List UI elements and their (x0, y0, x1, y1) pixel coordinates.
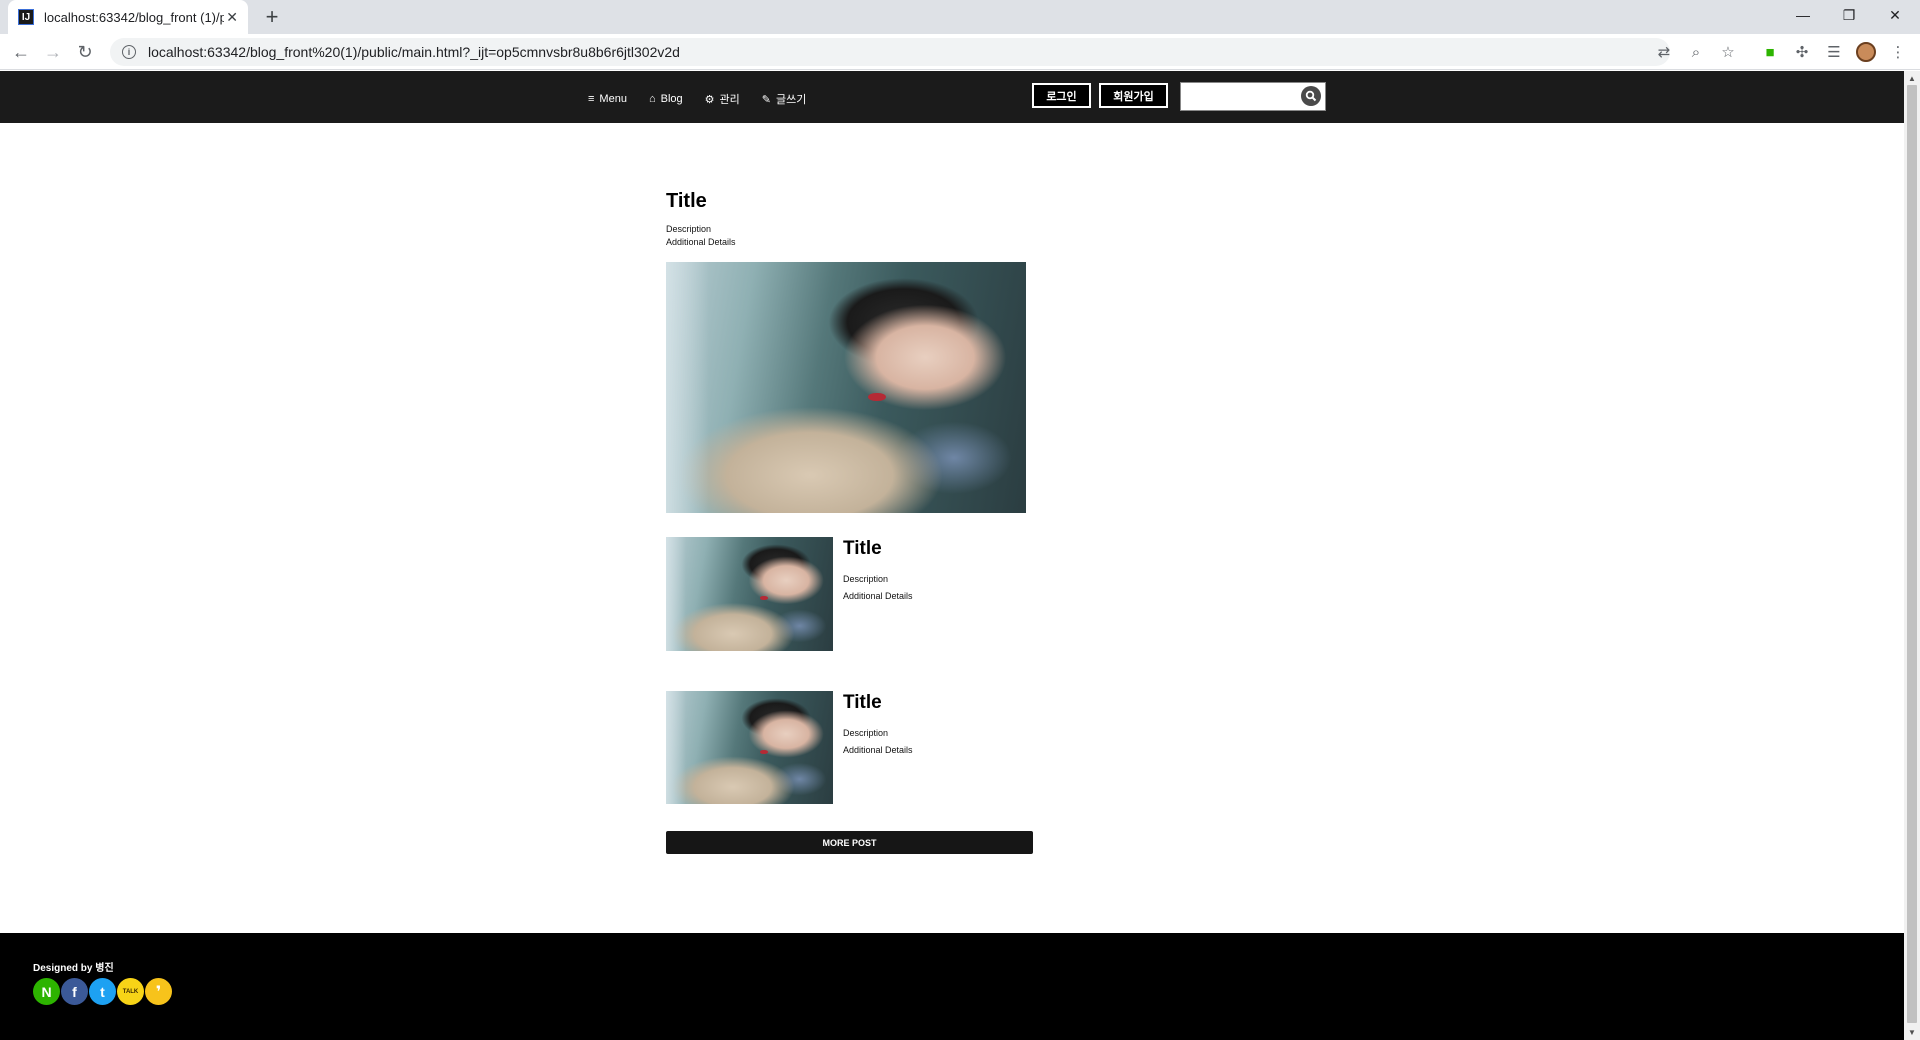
post-meta: Description Additional Details (843, 571, 913, 605)
gears-icon: ⚙ (704, 93, 715, 106)
reload-icon[interactable]: ↻ (71, 38, 99, 66)
featured-post-description: Description (666, 224, 712, 234)
nav-blog-label: Blog (660, 93, 683, 105)
nav-manage-label: 관리 (719, 94, 740, 106)
reading-list-icon[interactable]: ☰ (1820, 38, 1848, 66)
featured-post-title[interactable]: Title (666, 190, 707, 213)
browser-tab[interactable]: IJ localhost:63342/blog_front (1)/p ✕ (8, 0, 248, 34)
featured-post-image[interactable] (666, 262, 1026, 513)
browser-tabstrip: IJ localhost:63342/blog_front (1)/p ✕ + … (0, 0, 1920, 34)
designed-by-prefix: Designed by (33, 963, 96, 974)
featured-post-meta: Description Additional Details (666, 223, 736, 249)
minimize-icon[interactable]: — (1780, 0, 1826, 30)
post-meta: Description Additional Details (843, 725, 913, 759)
signup-button[interactable]: 회원가입 (1099, 83, 1168, 108)
intellij-favicon-icon: IJ (18, 9, 34, 25)
scroll-thumb[interactable] (1907, 85, 1917, 1023)
back-icon[interactable]: ← (7, 38, 35, 66)
nav-write[interactable]: ✎ 글쓰기 (762, 91, 807, 107)
kakaostory-icon[interactable]: ❜ (145, 978, 172, 1005)
site-info-icon[interactable]: i (122, 45, 136, 59)
forward-icon[interactable]: → (39, 38, 67, 66)
menu-icon: ≡ (588, 93, 595, 105)
twitter-icon[interactable]: t (89, 978, 116, 1005)
browser-toolbar: ← → ↻ i localhost:63342/blog_front%20(1)… (0, 34, 1920, 70)
page-scrollbar[interactable]: ▲ ▼ (1904, 71, 1920, 1040)
site-footer: Designed by 병진 N f t TALK ❜ (0, 933, 1904, 1040)
post-description: Description (843, 574, 889, 584)
post-thumbnail[interactable] (666, 691, 833, 804)
scroll-up-icon[interactable]: ▲ (1908, 74, 1916, 83)
nav-menu[interactable]: ≡ Menu (588, 93, 627, 105)
nav-blog[interactable]: ⌂ Blog (649, 93, 683, 105)
post-title[interactable]: Title (843, 692, 882, 714)
profile-avatar[interactable] (1852, 38, 1880, 66)
address-bar[interactable]: i localhost:63342/blog_front%20(1)/publi… (110, 38, 1735, 66)
nav-menu-label: Menu (599, 93, 627, 105)
window-close-icon[interactable]: ✕ (1872, 0, 1918, 30)
post-details: Additional Details (843, 591, 913, 601)
search-button[interactable] (1301, 86, 1321, 106)
site-header: ≡ Menu ⌂ Blog ⚙ 관리 ✎ 글쓰기 로그인 회원가입 (0, 71, 1904, 123)
facebook-icon[interactable]: f (61, 978, 88, 1005)
translate-icon[interactable]: ⇄ (1650, 38, 1678, 66)
bookmark-star-icon[interactable]: ☆ (1714, 38, 1742, 66)
post-thumbnail[interactable] (666, 537, 833, 651)
search-icon (1305, 90, 1317, 102)
home-icon: ⌂ (648, 93, 656, 105)
new-tab-button[interactable]: + (258, 4, 286, 30)
more-post-button[interactable]: MORE POST (666, 831, 1033, 854)
designed-by: Designed by 병진 (33, 959, 114, 974)
search-input[interactable] (1185, 87, 1301, 107)
extensions-puzzle-icon[interactable]: ✣ (1788, 38, 1816, 66)
post-title[interactable]: Title (843, 538, 882, 560)
nav-write-label: 글쓰기 (775, 94, 807, 106)
zoom-icon[interactable]: ⌕ (1682, 38, 1710, 66)
tab-close-icon[interactable]: ✕ (226, 9, 238, 26)
tab-title: localhost:63342/blog_front (1)/p (44, 9, 224, 25)
restore-icon[interactable]: ❐ (1826, 0, 1872, 30)
extension-green-icon[interactable]: ■ (1756, 38, 1784, 66)
kakaotalk-icon[interactable]: TALK (117, 978, 144, 1005)
post-details: Additional Details (843, 745, 913, 755)
site-nav: ≡ Menu ⌂ Blog ⚙ 관리 ✎ 글쓰기 (588, 91, 806, 107)
naver-icon[interactable]: N (33, 978, 60, 1005)
url-text: localhost:63342/blog_front%20(1)/public/… (148, 44, 680, 60)
browser-menu-icon[interactable]: ⋮ (1884, 38, 1912, 66)
designed-by-author: 병진 (95, 963, 114, 974)
post-description: Description (843, 728, 889, 738)
nav-manage[interactable]: ⚙ 관리 (705, 91, 740, 107)
scroll-down-icon[interactable]: ▼ (1908, 1028, 1916, 1037)
page-viewport: ≡ Menu ⌂ Blog ⚙ 관리 ✎ 글쓰기 로그인 회원가입 Title … (0, 71, 1904, 1040)
featured-post-details: Additional Details (666, 237, 736, 247)
login-button[interactable]: 로그인 (1032, 83, 1091, 108)
edit-icon: ✎ (761, 93, 771, 106)
search-box (1180, 82, 1326, 111)
